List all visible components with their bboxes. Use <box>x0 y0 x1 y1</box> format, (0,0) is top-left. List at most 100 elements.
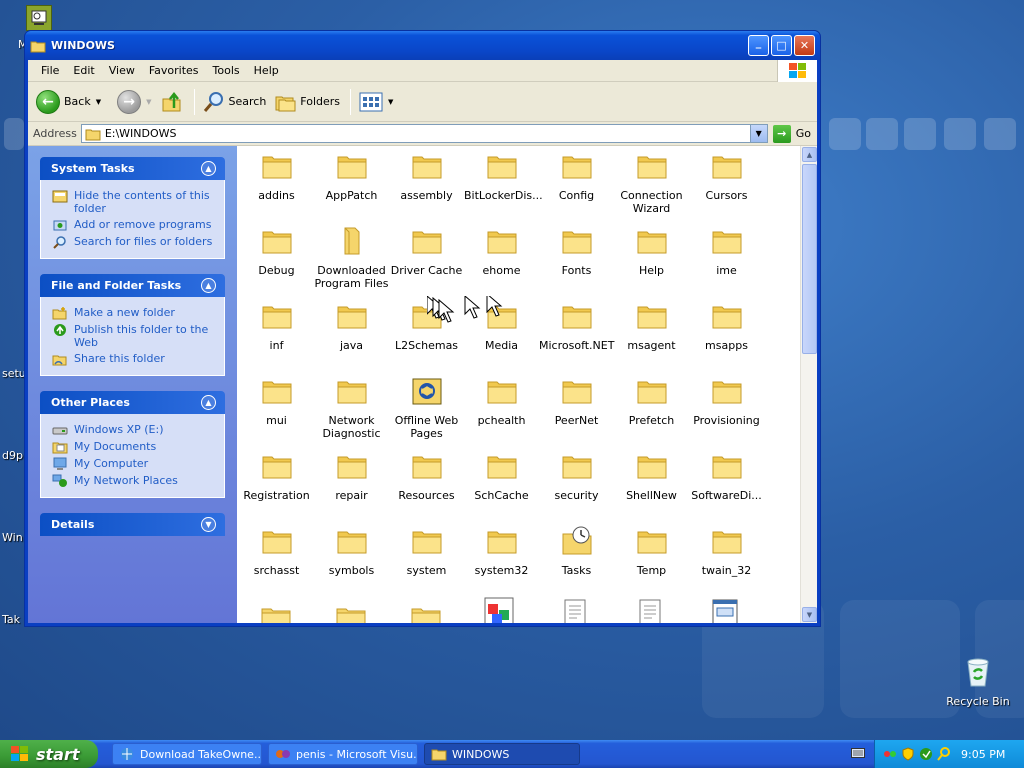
title-bar[interactable]: WINDOWS _ □ ✕ <box>25 31 820 60</box>
folder-item[interactable]: Network Diagnostic <box>314 376 389 440</box>
folder-item[interactable]: SchCache <box>464 451 539 502</box>
setup-exe-icon[interactable] <box>483 596 515 623</box>
folder-item[interactable]: Provisioning <box>689 376 764 427</box>
folder-item[interactable]: symbols <box>314 526 389 577</box>
folder-item[interactable]: Debug <box>239 226 314 277</box>
menu-edit[interactable]: Edit <box>66 64 101 77</box>
place-windows-xp-drive[interactable]: Windows XP (E:) <box>52 423 214 437</box>
folder-item[interactable]: java <box>314 301 389 352</box>
other-places-header[interactable]: Other Places ▲ <box>40 391 225 414</box>
menu-view[interactable]: View <box>102 64 142 77</box>
folder-item[interactable]: ime <box>689 226 764 277</box>
desktop-icon-label[interactable]: Tak <box>2 613 20 626</box>
folder-item[interactable]: Cursors <box>689 151 764 202</box>
folder-item[interactable]: Registration <box>239 451 314 502</box>
folder-item[interactable]: system <box>389 526 464 577</box>
scroll-thumb[interactable] <box>802 164 817 354</box>
folder-item[interactable]: Microsoft.NET <box>539 301 614 352</box>
back-button[interactable]: ← Back ▼ <box>36 89 101 114</box>
desktop-icon-label[interactable]: d9p <box>2 449 23 462</box>
folder-item[interactable]: Help <box>614 226 689 277</box>
folder-item[interactable]: SoftwareDi... <box>689 451 764 502</box>
folder-item[interactable]: Offline Web Pages <box>389 376 464 440</box>
folder-item[interactable]: BitLockerDis... <box>464 151 543 202</box>
chevron-up-icon[interactable]: ▲ <box>201 278 216 293</box>
vertical-scrollbar[interactable]: ▲ ▼ <box>800 146 817 623</box>
taskbar-item-visual-studio[interactable]: penis - Microsoft Visu... <box>268 743 418 765</box>
task-hide-contents[interactable]: Hide the contents of this folder <box>52 189 214 215</box>
menu-help[interactable]: Help <box>247 64 286 77</box>
scroll-down-arrow-icon[interactable]: ▼ <box>802 607 817 622</box>
folder-item[interactable]: AppPatch <box>314 151 389 202</box>
chevron-down-icon[interactable]: ▼ <box>201 517 216 532</box>
folder-item[interactable]: twain_32 <box>689 526 764 577</box>
update-tray-icon[interactable] <box>919 747 933 761</box>
folder-item[interactable]: mui <box>239 376 314 427</box>
config-file-icon[interactable] <box>711 598 739 623</box>
recycle-bin[interactable]: Recycle Bin <box>938 656 1018 708</box>
folder-icon[interactable] <box>334 601 368 623</box>
chevron-down-icon[interactable]: ▼ <box>388 98 393 106</box>
views-button[interactable]: ▼ <box>359 92 393 112</box>
desktop-icon-label[interactable]: setu <box>2 367 26 380</box>
menu-favorites[interactable]: Favorites <box>142 64 206 77</box>
chevron-down-icon[interactable]: ▼ <box>146 98 151 106</box>
scroll-up-arrow-icon[interactable]: ▲ <box>802 147 817 162</box>
folder-item[interactable]: Connection Wizard <box>614 151 689 215</box>
address-input[interactable]: E:\WINDOWS ▼ <box>80 124 768 143</box>
folder-item[interactable]: pchealth <box>464 376 539 427</box>
folder-item[interactable]: PeerNet <box>539 376 614 427</box>
folder-item[interactable]: repair <box>314 451 389 502</box>
desktop-shortcut-icon[interactable] <box>26 5 52 31</box>
folder-item[interactable]: Temp <box>614 526 689 577</box>
folder-item[interactable]: msapps <box>689 301 764 352</box>
folder-item[interactable]: Fonts <box>539 226 614 277</box>
search-button[interactable]: Search <box>203 91 266 113</box>
minimize-button[interactable]: _ <box>748 35 769 56</box>
place-my-network-places[interactable]: My Network Places <box>52 474 214 488</box>
folders-button[interactable]: Folders <box>274 92 340 112</box>
taskbar-item-download[interactable]: Download TakeOwne... <box>112 743 262 765</box>
folder-item[interactable]: srchasst <box>239 526 314 577</box>
folder-item[interactable]: Resources <box>389 451 464 502</box>
menu-file[interactable]: File <box>34 64 66 77</box>
folder-item[interactable]: security <box>539 451 614 502</box>
task-share-folder[interactable]: Share this folder <box>52 352 214 366</box>
chevron-up-icon[interactable]: ▲ <box>201 161 216 176</box>
forward-button[interactable]: → ▼ <box>117 89 152 114</box>
text-file-icon[interactable] <box>638 598 662 623</box>
folder-item[interactable]: Tasks <box>539 526 614 577</box>
security-shield-icon[interactable] <box>901 747 915 761</box>
folder-item[interactable]: Prefetch <box>614 376 689 427</box>
task-publish-web[interactable]: Publish this folder to the Web <box>52 323 214 349</box>
system-tasks-header[interactable]: System Tasks ▲ <box>40 157 225 180</box>
place-my-documents[interactable]: My Documents <box>52 440 214 454</box>
maximize-button[interactable]: □ <box>771 35 792 56</box>
menu-tools[interactable]: Tools <box>206 64 247 77</box>
task-search-files[interactable]: Search for files or folders <box>52 235 214 249</box>
chevron-down-icon[interactable]: ▼ <box>96 98 101 106</box>
place-my-computer[interactable]: My Computer <box>52 457 214 471</box>
folder-item[interactable]: inf <box>239 301 314 352</box>
file-folder-tasks-header[interactable]: File and Folder Tasks ▲ <box>40 274 225 297</box>
details-header[interactable]: Details ▼ <box>40 513 225 536</box>
network-tray-icon[interactable] <box>883 747 897 761</box>
start-button[interactable]: start <box>0 740 98 768</box>
folder-icon[interactable] <box>409 601 443 623</box>
keyboard-icon[interactable] <box>851 747 865 759</box>
clock[interactable]: 9:05 PM <box>961 748 1005 761</box>
folder-item[interactable]: ehome <box>464 226 539 277</box>
folder-item[interactable]: Config <box>539 151 614 202</box>
folder-item[interactable]: assembly <box>389 151 464 202</box>
task-new-folder[interactable]: Make a new folder <box>52 306 214 320</box>
go-button[interactable]: → Go <box>772 124 811 143</box>
folder-item[interactable]: Driver Cache <box>389 226 464 277</box>
task-add-remove-programs[interactable]: Add or remove programs <box>52 218 214 232</box>
chevron-up-icon[interactable]: ▲ <box>201 395 216 410</box>
folder-item[interactable]: addins <box>239 151 314 202</box>
folder-icon[interactable] <box>259 601 293 623</box>
folder-item[interactable]: ShellNew <box>614 451 689 502</box>
up-folder-button[interactable] <box>160 90 184 114</box>
folder-item[interactable]: Downloaded Program Files <box>314 226 389 290</box>
folder-item[interactable]: msagent <box>614 301 689 352</box>
